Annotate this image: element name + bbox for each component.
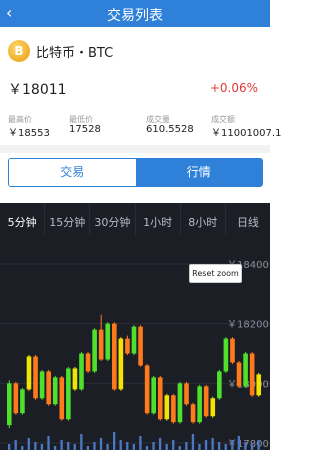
candle-body (138, 326, 143, 366)
volume-bar (204, 440, 208, 450)
candle-body (151, 377, 156, 414)
volume-bar (231, 440, 234, 450)
volume-bar (198, 444, 201, 450)
candle-body (6, 383, 12, 426)
volume-bar (112, 432, 116, 450)
volume-bar (158, 438, 162, 450)
volume-bar (237, 436, 241, 450)
volume-bar (67, 442, 70, 450)
candle-body (184, 383, 189, 405)
candle-body (171, 395, 176, 423)
candle-body (85, 353, 91, 372)
volume-bar (126, 442, 129, 450)
candle-body (197, 386, 202, 423)
candle-body (98, 329, 104, 360)
candle-body (164, 395, 170, 420)
page-title: 交易列表 (107, 8, 163, 24)
candle-body (26, 356, 32, 390)
volume-bar (80, 434, 83, 450)
volume-bar (172, 440, 175, 450)
stat-value-turnover: ￥11001007.1 (211, 128, 282, 139)
candle-body (210, 398, 216, 417)
y-axis-label: ￥18200 (227, 320, 269, 331)
volume-bar (257, 440, 260, 450)
section-divider (0, 145, 270, 153)
candle-body (79, 353, 84, 390)
candle-body (177, 383, 183, 423)
tab-market[interactable]: 行情 (135, 159, 262, 186)
candle-body (217, 371, 222, 399)
volume-bar (139, 436, 142, 450)
candle-body (230, 338, 235, 363)
tab-switcher: 交易 行情 (8, 158, 263, 187)
candle-body (249, 353, 255, 396)
candle-body (46, 371, 51, 405)
volume-bar (73, 444, 76, 450)
volume-bar (34, 442, 37, 450)
candle-body (13, 383, 19, 414)
candle-body (131, 326, 137, 354)
volume-bar (119, 440, 122, 450)
candle-body (118, 338, 124, 390)
candle-body (105, 323, 111, 360)
volume-bar (244, 442, 247, 450)
candle-body (223, 338, 229, 372)
volume-bar (53, 446, 57, 450)
candle-body (66, 368, 71, 420)
y-axis-label: ￥18000 (227, 379, 269, 390)
volume-bar (178, 446, 181, 450)
candle-body (203, 386, 209, 417)
stat-value-high: ￥18553 (8, 128, 50, 139)
tab-trade[interactable]: 交易 (9, 159, 136, 186)
candle-body (125, 338, 130, 354)
candle-body (144, 365, 150, 414)
stat-value-volume: 610.5528 (146, 124, 194, 135)
candle-body (256, 374, 262, 396)
candle-body (20, 389, 25, 414)
last-price: ￥18011 (8, 82, 67, 98)
candle-body (190, 404, 196, 423)
volume-bar (99, 438, 103, 450)
coin-name: 比特币・BTC (36, 46, 114, 61)
volume-bar (40, 444, 44, 450)
volume-bar (145, 446, 149, 450)
volume-bar (27, 438, 30, 450)
volume-bar (211, 438, 214, 450)
volume-bar (152, 442, 155, 450)
volume-bar (47, 436, 50, 450)
reset-zoom-button[interactable]: Reset zoom (189, 264, 242, 283)
top-bar: ‹ 交易列表 (0, 0, 270, 27)
volume-bar (165, 444, 168, 450)
volume-bar (21, 446, 24, 450)
candle-body (157, 377, 163, 420)
volume-bar (224, 444, 227, 450)
volume-bar (14, 440, 17, 450)
candle-body (72, 368, 78, 390)
candle-body (92, 329, 97, 372)
candle-body (236, 362, 242, 387)
candle-body (52, 377, 58, 405)
volume-bar (132, 444, 135, 450)
candle-body (243, 353, 248, 387)
bitcoin-icon: B (8, 40, 30, 62)
volume-bar (185, 442, 188, 450)
stat-value-low: 17528 (69, 124, 101, 135)
volume-bar (218, 442, 221, 450)
candlestick-plot: ￥18400￥18200￥18000￥17800 (0, 260, 270, 450)
volume-bar (250, 444, 254, 450)
volume-bar (106, 444, 109, 450)
price-change: +0.06% (209, 81, 258, 95)
kline-chart[interactable]: 5分钟 15分钟 30分钟 1小时 8小时 日线 ￥18400 ￥18200 ￥18… (0, 203, 270, 450)
volume-bar (191, 434, 195, 450)
volume-bar (60, 440, 63, 450)
volume-bar (86, 446, 90, 450)
candle-body (112, 323, 117, 390)
volume-bar (7, 444, 11, 450)
candle-body (33, 356, 38, 399)
volume-bar (93, 442, 96, 450)
candle-body (59, 377, 65, 420)
coin-header: B 比特币・BTC (0, 37, 270, 67)
candle-body (39, 371, 45, 399)
